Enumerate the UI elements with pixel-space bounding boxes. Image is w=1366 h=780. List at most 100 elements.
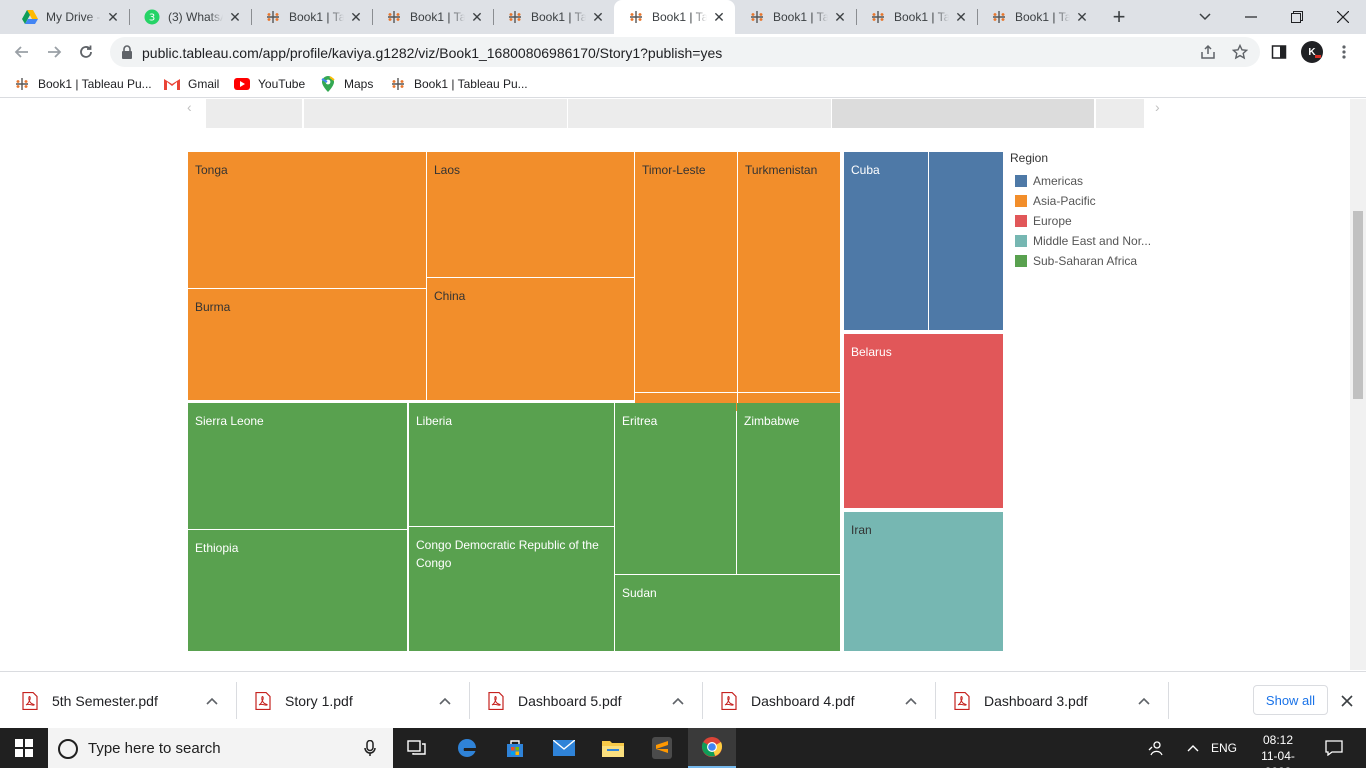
new-tab-button[interactable]: + <box>1104 0 1134 34</box>
search-circle-icon <box>58 739 78 759</box>
edge-button[interactable] <box>443 728 491 768</box>
browser-tab[interactable]: Book1 | Tableau Public ✕ <box>735 0 856 34</box>
back-button[interactable] <box>8 38 36 66</box>
story-point-tab[interactable] <box>304 99 567 128</box>
story-point-tab[interactable] <box>568 99 831 128</box>
treemap-cell[interactable]: Zimbabwe <box>737 403 840 574</box>
forward-button[interactable] <box>40 38 68 66</box>
story-point-tab[interactable] <box>1096 99 1144 128</box>
close-tab-icon[interactable]: ✕ <box>469 9 485 26</box>
browser-tab[interactable]: Book1 | Tableau Public ✕ <box>856 0 977 34</box>
start-button[interactable] <box>0 728 48 768</box>
people-button[interactable] <box>1136 728 1176 768</box>
chevron-up-icon[interactable] <box>672 692 684 708</box>
treemap-cell[interactable]: Liberia <box>409 403 614 526</box>
treemap-cell[interactable]: Iran <box>844 512 1003 651</box>
browser-tab[interactable]: Book1 | Tableau Public ✕ <box>977 0 1098 34</box>
chrome-menu-button[interactable] <box>1330 38 1358 66</box>
side-panel-button[interactable] <box>1265 38 1293 66</box>
address-bar[interactable]: public.tableau.com/app/profile/kaviya.g1… <box>110 37 1260 67</box>
browser-tab[interactable]: Book1 | Tableau Public ✕ <box>614 0 735 34</box>
story-next-arrow[interactable]: › <box>1155 99 1160 115</box>
legend-item[interactable]: Middle East and Nor... <box>1010 231 1160 251</box>
bookmark-star-icon[interactable] <box>1232 44 1248 60</box>
notifications-button[interactable] <box>1312 728 1356 768</box>
task-view-button[interactable] <box>393 728 441 768</box>
close-tab-icon[interactable]: ✕ <box>953 9 969 26</box>
treemap-cell[interactable]: Congo Democratic Republic of the Congo <box>409 527 614 651</box>
page-scrollbar[interactable] <box>1350 99 1366 670</box>
share-icon[interactable] <box>1200 44 1216 60</box>
treemap-cell[interactable]: Burma <box>188 289 426 400</box>
close-window-icon[interactable] <box>1328 0 1358 34</box>
download-item[interactable]: Dashboard 3.pdf <box>954 672 1169 729</box>
store-button[interactable] <box>491 728 539 768</box>
treemap-cell[interactable]: Sudan <box>615 575 840 651</box>
legend-item[interactable]: Americas <box>1010 171 1160 191</box>
chevron-up-icon[interactable] <box>905 692 917 708</box>
chrome-button[interactable] <box>688 728 736 768</box>
treemap-cell[interactable]: China <box>427 278 634 400</box>
close-tab-icon[interactable]: ✕ <box>832 9 848 26</box>
treemap-cell[interactable]: Laos <box>427 152 634 277</box>
youtube-icon <box>234 76 250 92</box>
browser-tab[interactable]: Book1 | Tableau Public ✕ <box>372 0 493 34</box>
browser-tab[interactable]: My Drive - Google Drive ✕ <box>8 0 129 34</box>
minimize-window-icon[interactable] <box>1236 0 1266 34</box>
treemap-cell[interactable]: Cuba <box>844 152 928 330</box>
taskbar-search-box[interactable]: Type here to search <box>48 728 393 768</box>
sublime-text-button[interactable] <box>638 728 686 768</box>
close-tab-icon[interactable]: ✕ <box>590 9 606 26</box>
browser-tab[interactable]: Book1 | Tableau Public ✕ <box>493 0 614 34</box>
close-tab-icon[interactable]: ✕ <box>105 9 121 26</box>
treemap-cell-label: Tonga <box>195 163 228 177</box>
file-explorer-button[interactable] <box>589 728 637 768</box>
download-item[interactable]: Dashboard 4.pdf <box>721 672 936 729</box>
browser-toolbar: public.tableau.com/app/profile/kaviya.g1… <box>0 34 1366 70</box>
chevron-up-icon[interactable] <box>1138 692 1150 708</box>
mail-button[interactable] <box>540 728 588 768</box>
story-point-tab[interactable] <box>832 99 1094 128</box>
scrollbar-thumb[interactable] <box>1353 211 1363 399</box>
reload-button[interactable] <box>72 38 100 66</box>
treemap-cell[interactable]: Ethiopia <box>188 530 407 651</box>
treemap-cell[interactable]: Turkmenistan <box>738 152 840 392</box>
bookmark-item[interactable]: Gmail <box>164 76 219 92</box>
chevron-up-icon[interactable] <box>206 692 218 708</box>
download-item[interactable]: Story 1.pdf <box>255 672 470 729</box>
treemap-cell[interactable]: Eritrea <box>615 403 736 574</box>
tab-search-chevron-icon[interactable] <box>1192 0 1218 34</box>
bookmark-item[interactable]: Book1 | Tableau Pu... <box>390 76 528 92</box>
treemap-cell[interactable]: Sierra Leone <box>188 403 407 529</box>
language-indicator[interactable]: ENG <box>1200 728 1248 768</box>
microphone-icon[interactable] <box>364 740 376 757</box>
close-tab-icon[interactable]: ✕ <box>348 9 364 26</box>
browser-tab[interactable]: 3 (3) WhatsApp ✕ <box>130 0 251 34</box>
story-point-tab[interactable] <box>206 99 302 128</box>
treemap-cell[interactable] <box>929 152 1003 330</box>
download-item[interactable]: Dashboard 5.pdf <box>488 672 703 729</box>
download-item[interactable]: 5th Semester.pdf <box>22 672 237 729</box>
taskbar-clock[interactable]: 08:12 11-04-2023 <box>1248 732 1308 780</box>
bookmark-item[interactable]: Book1 | Tableau Pu... <box>14 76 152 92</box>
close-tab-icon[interactable]: ✕ <box>227 9 243 26</box>
profile-avatar[interactable]: K <box>1301 41 1323 63</box>
legend-item[interactable]: Sub-Saharan Africa <box>1010 251 1160 271</box>
bookmark-item[interactable]: Maps <box>320 76 373 92</box>
chevron-up-icon[interactable] <box>439 692 451 708</box>
close-tab-icon[interactable]: ✕ <box>711 9 727 26</box>
close-tab-icon[interactable]: ✕ <box>1074 9 1090 26</box>
treemap-cell[interactable]: Belarus <box>844 334 1003 508</box>
legend-items: Americas Asia-Pacific Europe Middle East an… <box>1010 171 1160 271</box>
close-download-bar-icon[interactable] <box>1341 695 1353 707</box>
show-all-downloads-button[interactable]: Show all <box>1253 685 1328 715</box>
story-prev-arrow[interactable]: ‹ <box>187 99 192 115</box>
browser-tab[interactable]: Book1 | Tableau Public ✕ <box>251 0 372 34</box>
restore-window-icon[interactable] <box>1282 0 1312 34</box>
treemap-cell[interactable]: Timor-Leste <box>635 152 737 392</box>
legend-item[interactable]: Europe <box>1010 211 1160 231</box>
legend-item[interactable]: Asia-Pacific <box>1010 191 1160 211</box>
treemap-cell[interactable]: Tonga <box>188 152 426 288</box>
bookmark-item[interactable]: YouTube <box>234 76 305 92</box>
tab-title: (3) WhatsApp <box>168 10 223 24</box>
